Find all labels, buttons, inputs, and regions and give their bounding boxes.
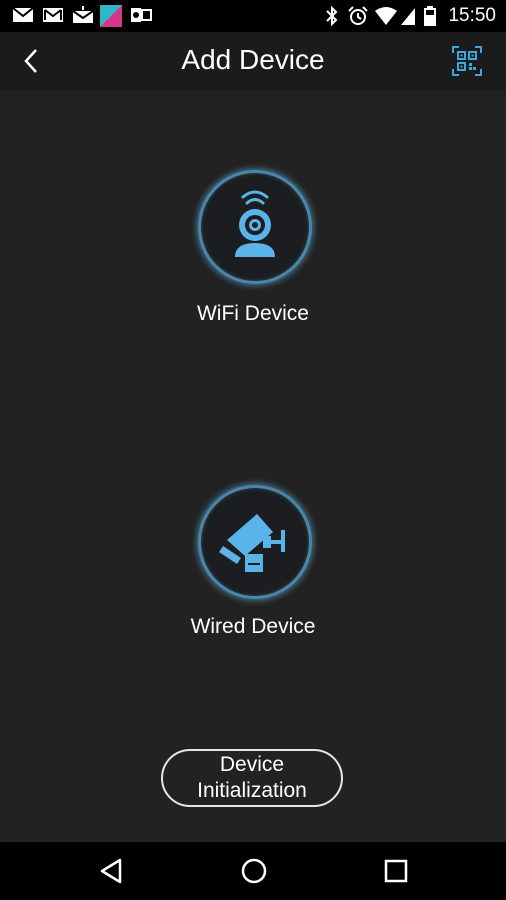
qr-scan-button[interactable] — [452, 46, 482, 76]
wired-device-button[interactable] — [198, 485, 312, 599]
mail-icon — [12, 7, 34, 22]
nav-back-icon — [100, 858, 122, 884]
nav-recents-icon — [384, 859, 408, 883]
wired-camera-icon — [219, 514, 285, 572]
navigation-bar — [0, 842, 506, 900]
battery-icon — [424, 6, 436, 26]
wifi-device-label: WiFi Device — [196, 302, 309, 325]
alarm-icon — [348, 6, 368, 25]
init-button-line1: Device — [219, 753, 285, 776]
app-notification-icon — [100, 5, 122, 27]
main-content: WiFi Device Wired Device Device Initiali… — [0, 90, 506, 842]
signal-icon — [401, 8, 415, 25]
wifi-device-button[interactable] — [198, 170, 312, 284]
status-time: 15:50 — [448, 5, 496, 26]
outlook-icon — [131, 8, 152, 22]
gmail-icon — [43, 8, 63, 22]
nav-home-icon — [241, 858, 267, 884]
app-bar: Add Device — [0, 32, 506, 90]
wired-device-option[interactable]: Wired Device — [153, 485, 353, 655]
nav-recents-button[interactable] — [382, 857, 410, 885]
status-bar: 15:50 — [0, 0, 506, 32]
gmail-icon — [72, 6, 94, 23]
qr-scan-icon — [452, 46, 482, 76]
nav-home-button[interactable] — [240, 857, 268, 885]
init-button-line2: Initialization — [197, 779, 307, 802]
page-title: Add Device — [181, 44, 325, 75]
bluetooth-icon — [326, 6, 338, 26]
wifi-icon — [375, 7, 397, 25]
nav-back-button[interactable] — [98, 857, 126, 885]
wired-device-label: Wired Device — [190, 615, 316, 638]
wifi-device-option[interactable]: WiFi Device — [153, 170, 353, 340]
device-initialization-button[interactable]: Device Initialization — [161, 749, 343, 807]
wifi-camera-icon — [235, 190, 275, 257]
